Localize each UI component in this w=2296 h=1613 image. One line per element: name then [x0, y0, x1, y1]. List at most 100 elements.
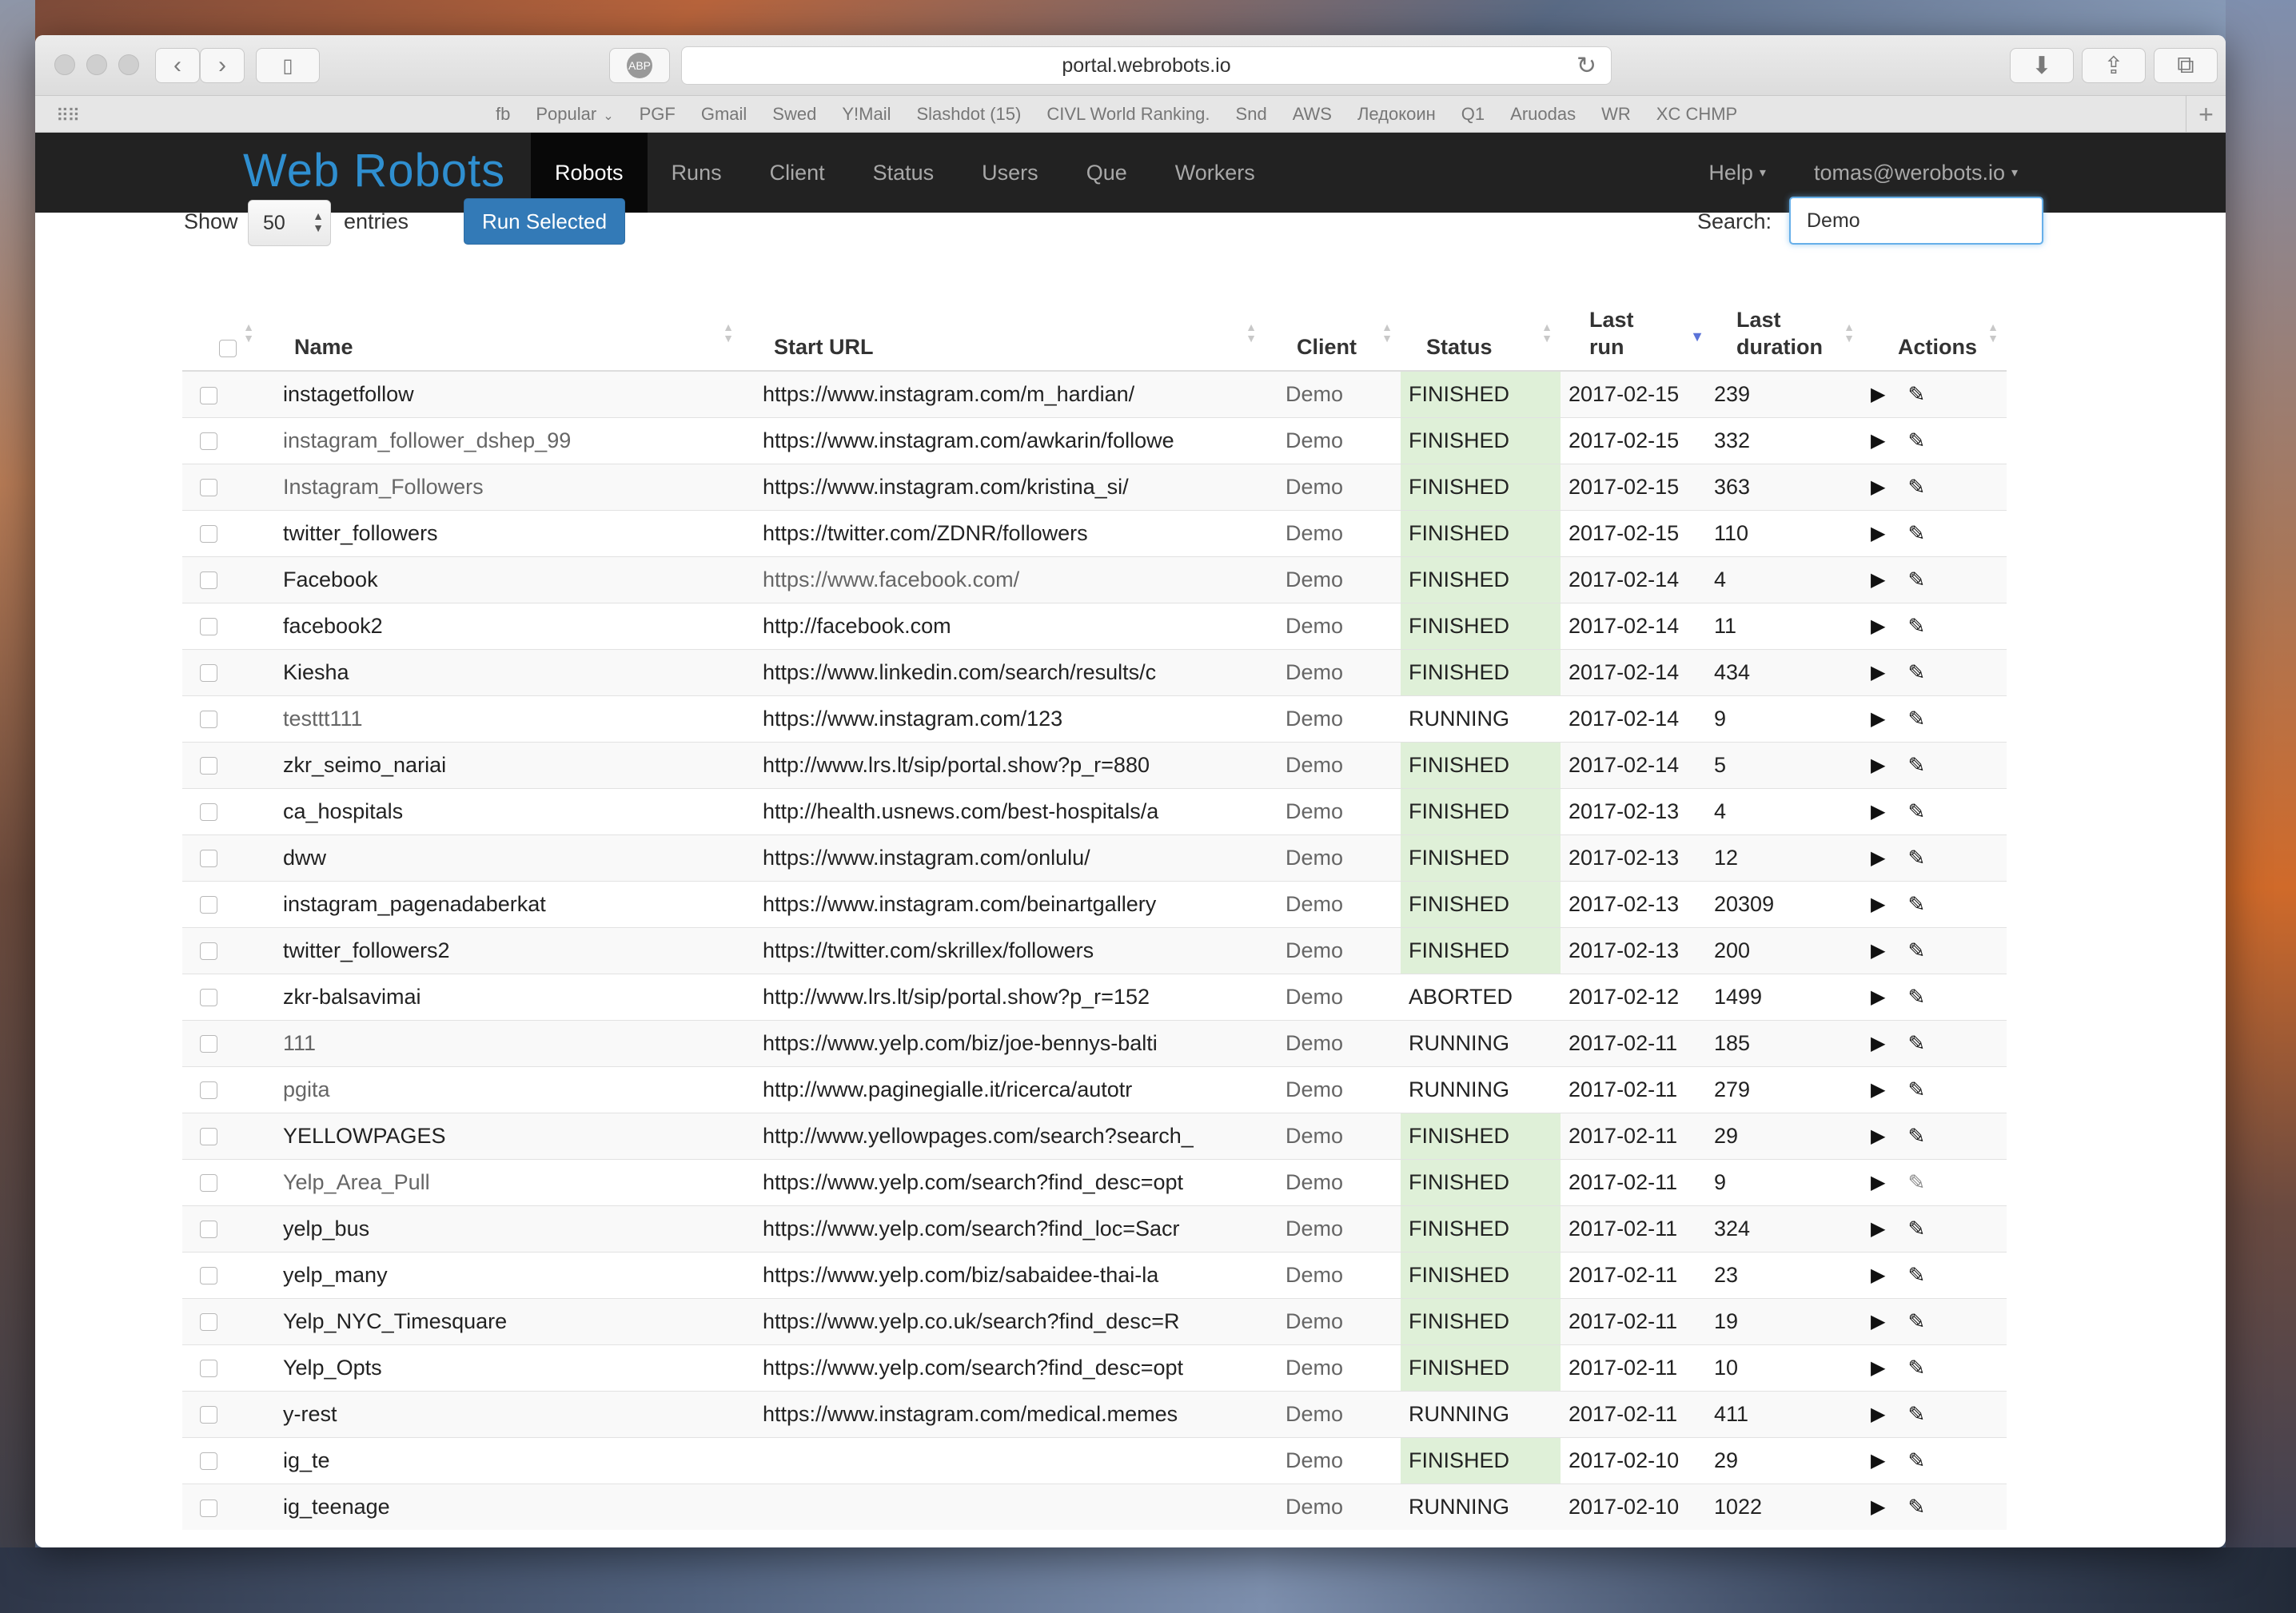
play-icon[interactable]: ▶ [1871, 1496, 1885, 1519]
edit-pencil-icon[interactable]: ✎ [1907, 1356, 1925, 1380]
play-icon[interactable]: ▶ [1871, 1310, 1885, 1333]
play-icon[interactable]: ▶ [1871, 1171, 1885, 1194]
brand-logo[interactable]: Web Robots [243, 144, 505, 197]
table-row[interactable]: facebook2 http://facebook.com Demo FINISHED… [182, 602, 2007, 649]
bookmark-item[interactable]: PGF [640, 104, 676, 125]
row-checkbox[interactable] [200, 757, 217, 775]
robot-name[interactable]: twitter_followers [262, 509, 742, 556]
downloads-button[interactable]: ⬇ [2010, 48, 2074, 83]
bookmark-item[interactable]: CIVL World Ranking. [1046, 104, 1210, 125]
row-checkbox[interactable] [200, 1128, 217, 1146]
edit-pencil-icon[interactable]: ✎ [1907, 1263, 1925, 1288]
table-row[interactable]: ca_hospitals http://health.usnews.com/bes… [182, 787, 2007, 834]
play-icon[interactable]: ▶ [1871, 1403, 1885, 1426]
robot-name[interactable]: YELLOWPAGES [262, 1112, 742, 1159]
edit-pencil-icon[interactable]: ✎ [1907, 1402, 1925, 1427]
robot-name[interactable]: Yelp_Area_Pull [262, 1158, 742, 1205]
robot-name[interactable]: yelp_many [262, 1251, 742, 1298]
address-bar[interactable]: portal.webrobots.io ↻ [681, 46, 1612, 85]
row-select-cell[interactable] [182, 973, 262, 1020]
row-checkbox[interactable] [200, 572, 217, 590]
table-row[interactable]: yelp_many https://www.yelp.com/biz/sabaid… [182, 1251, 2007, 1298]
bookmark-item[interactable]: XC CHMP [1656, 104, 1737, 125]
row-select-cell[interactable] [182, 1251, 262, 1298]
row-checkbox[interactable] [200, 386, 217, 404]
bookmark-item[interactable]: WR [1601, 104, 1631, 125]
robot-name[interactable]: dww [262, 834, 742, 881]
robot-name[interactable]: ig_teenage [262, 1483, 742, 1530]
table-row[interactable]: testtt111 https://www.instagram.com/123 De… [182, 695, 2007, 742]
table-row[interactable]: zkr-balsavimai http://www.lrs.lt/sip/port… [182, 973, 2007, 1020]
edit-pencil-icon[interactable]: ✎ [1907, 1217, 1925, 1241]
bookmark-item[interactable]: Ледокоин [1357, 104, 1436, 125]
header-last-duration[interactable]: Last duration ▲ ▼ [1712, 297, 1863, 372]
row-checkbox[interactable] [200, 1174, 217, 1193]
bookmark-item[interactable]: Gmail [701, 104, 747, 125]
table-row[interactable]: ig_te Demo FINISHED 2017-02-10 29 ▶ ✎ [182, 1436, 2007, 1484]
play-icon[interactable]: ▶ [1871, 568, 1885, 591]
bookmark-item[interactable]: Q1 [1461, 104, 1485, 125]
zoom-window-button[interactable] [118, 54, 139, 75]
edit-pencil-icon[interactable]: ✎ [1907, 846, 1925, 870]
header-last-run[interactable]: Last run ▼ [1561, 297, 1712, 372]
robot-name[interactable]: facebook2 [262, 602, 742, 649]
bookmark-folder-popular[interactable]: Popular ⌄ [536, 104, 613, 125]
row-select-cell[interactable] [182, 370, 262, 417]
robot-name[interactable]: Yelp_Opts [262, 1344, 742, 1391]
entries-select[interactable]: 50 ▲ ▼ [248, 200, 331, 246]
row-select-cell[interactable] [182, 1297, 262, 1344]
row-checkbox[interactable] [200, 942, 217, 961]
table-row[interactable]: ig_teenage Demo RUNNING 2017-02-10 1022 ▶ ✎ [182, 1483, 2007, 1530]
play-icon[interactable]: ▶ [1871, 986, 1885, 1009]
row-checkbox[interactable] [200, 1499, 217, 1517]
table-row[interactable]: y-rest https://www.instagram.com/medical.… [182, 1390, 2007, 1437]
play-icon[interactable]: ▶ [1871, 1217, 1885, 1241]
play-icon[interactable]: ▶ [1871, 1449, 1885, 1472]
table-row[interactable]: YELLOWPAGES http://www.yellowpages.com/se… [182, 1112, 2007, 1159]
row-checkbox[interactable] [200, 1406, 217, 1424]
row-select-cell[interactable] [182, 1205, 262, 1252]
table-row[interactable]: Yelp_Area_Pull https://www.yelp.com/searc… [182, 1158, 2007, 1205]
edit-pencil-icon[interactable]: ✎ [1907, 892, 1925, 917]
edit-pencil-icon[interactable]: ✎ [1907, 1077, 1925, 1102]
robot-name[interactable]: twitter_followers2 [262, 926, 742, 974]
header-name[interactable]: Name ▲ ▼ [262, 297, 742, 372]
robot-name[interactable]: pgita [262, 1065, 742, 1113]
row-checkbox[interactable] [200, 1081, 217, 1100]
row-checkbox[interactable] [200, 850, 217, 868]
bookmark-item[interactable]: fb [496, 104, 510, 125]
play-icon[interactable]: ▶ [1871, 846, 1885, 870]
play-icon[interactable]: ▶ [1871, 1078, 1885, 1101]
row-select-cell[interactable] [182, 509, 262, 556]
edit-pencil-icon[interactable]: ✎ [1907, 1495, 1925, 1519]
table-row[interactable]: pgita http://www.paginegialle.it/ricerca/… [182, 1065, 2007, 1113]
bookmark-item[interactable]: AWS [1293, 104, 1332, 125]
edit-pencil-icon[interactable]: ✎ [1907, 753, 1925, 778]
row-select-cell[interactable] [182, 602, 262, 649]
table-row[interactable]: zkr_seimo_nariai http://www.lrs.lt/sip/po… [182, 741, 2007, 788]
grid-icon[interactable]: ⠿⠿ [56, 106, 80, 126]
row-checkbox[interactable] [200, 1452, 217, 1471]
run-selected-button[interactable]: Run Selected [464, 198, 625, 245]
row-checkbox[interactable] [200, 479, 217, 497]
search-input[interactable] [1789, 197, 2043, 245]
adblock-button[interactable]: ABP [609, 48, 670, 83]
robot-name[interactable]: Kiesha [262, 648, 742, 695]
robot-name[interactable]: instagram_pagenadaberkat [262, 880, 742, 927]
header-actions[interactable]: Actions ▲ ▼ [1863, 297, 2007, 372]
share-button[interactable]: ⇪ [2082, 48, 2146, 83]
row-select-cell[interactable] [182, 880, 262, 927]
edit-pencil-icon[interactable]: ✎ [1907, 707, 1925, 731]
sidebar-button[interactable]: ▯ [256, 48, 320, 83]
row-select-cell[interactable] [182, 1065, 262, 1113]
edit-pencil-icon[interactable]: ✎ [1907, 428, 1925, 453]
row-checkbox[interactable] [200, 803, 217, 822]
row-select-cell[interactable] [182, 1344, 262, 1391]
edit-pencil-icon[interactable]: ✎ [1907, 1309, 1925, 1334]
play-icon[interactable]: ▶ [1871, 754, 1885, 777]
edit-pencil-icon[interactable]: ✎ [1907, 985, 1925, 1010]
robot-name[interactable]: testtt111 [262, 695, 742, 742]
row-checkbox[interactable] [200, 896, 217, 914]
row-checkbox[interactable] [200, 525, 217, 544]
play-icon[interactable]: ▶ [1871, 800, 1885, 823]
